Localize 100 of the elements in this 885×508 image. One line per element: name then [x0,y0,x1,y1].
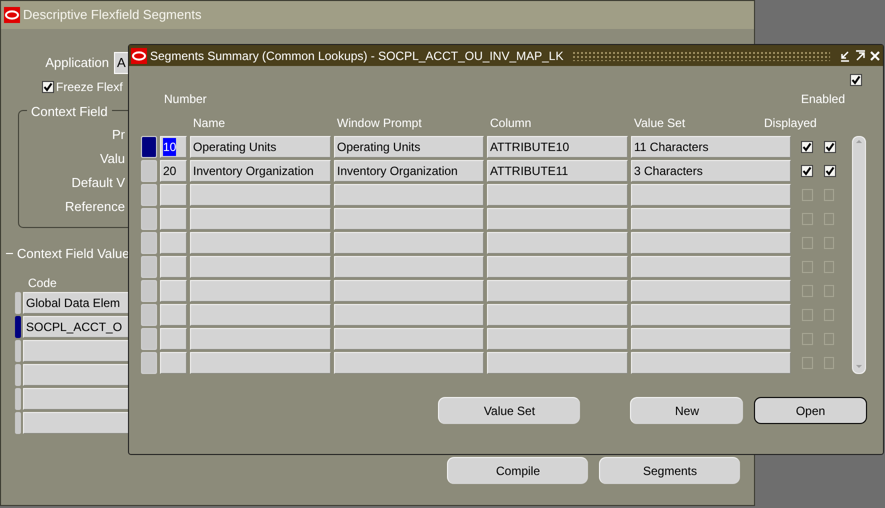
prompt-field[interactable] [334,208,484,230]
column-field[interactable]: ATTRIBUTE11 [487,160,628,182]
prompt-field[interactable] [334,256,484,278]
column-header: Displayed [764,115,817,132]
number-field[interactable]: 10 [160,136,187,158]
name-field[interactable] [190,232,331,254]
checkbox[interactable] [802,237,812,249]
close-icon[interactable] [869,50,881,62]
checkbox[interactable] [824,309,834,321]
checkbox[interactable] [800,141,812,153]
action-button[interactable]: Segments [599,457,740,484]
checkbox[interactable] [824,357,834,369]
column-header: Number [164,91,207,108]
action-button[interactable]: Compile [447,457,588,484]
checkbox[interactable] [802,189,812,201]
number-field[interactable] [160,352,187,374]
checkbox[interactable] [850,74,862,86]
column-field[interactable] [487,328,628,350]
value-set-field[interactable] [631,184,791,206]
checkbox[interactable] [802,333,812,345]
name-field[interactable] [190,208,331,230]
window-title: Descriptive Flexfield Segments [23,6,202,24]
minimize-icon[interactable] [839,50,851,62]
field-label: Reference [65,198,125,216]
checkbox[interactable] [824,261,834,273]
column-field[interactable] [487,304,628,326]
checkbox[interactable] [802,261,812,273]
number-field[interactable] [160,232,187,254]
column-field[interactable] [487,352,628,374]
checkbox[interactable] [824,237,834,249]
value-set-field[interactable] [631,232,791,254]
checkbox[interactable] [824,141,836,153]
prompt-field[interactable] [334,184,484,206]
checkbox[interactable] [824,333,834,345]
checkbox[interactable] [824,165,836,177]
checkbox[interactable] [802,357,812,369]
checkbox[interactable] [824,285,834,297]
checkbox-label: Freeze Flexf [56,79,123,96]
number-field[interactable] [160,184,187,206]
column-header: Window Prompt [337,115,423,132]
number-field[interactable]: 20 [160,160,187,182]
number-field[interactable] [160,280,187,302]
name-field[interactable] [190,328,331,350]
action-button[interactable]: Value Set [438,397,580,424]
value-set-field[interactable] [631,328,791,350]
column-header: Value Set [634,115,686,132]
name-field[interactable] [190,256,331,278]
number-field[interactable] [160,328,187,350]
name-field[interactable] [190,280,331,302]
name-field[interactable] [190,352,331,374]
value-set-field[interactable] [631,280,791,302]
column-header: Code [28,274,57,292]
checkbox[interactable] [800,165,812,177]
column-header: Column [490,115,532,132]
section-title: Context Field Value [16,245,130,263]
row-indicator[interactable] [15,316,21,338]
scroll-up-icon[interactable] [854,137,864,145]
value-set-field[interactable] [631,208,791,230]
scrollbar[interactable] [852,136,866,374]
checkbox[interactable] [42,81,54,93]
number-field[interactable] [160,304,187,326]
prompt-field[interactable] [334,328,484,350]
name-field[interactable]: Inventory Organization [190,160,331,182]
field-label: Valu [100,150,125,168]
name-field[interactable]: Operating Units [190,136,331,158]
column-field[interactable] [487,256,628,278]
prompt-field[interactable] [334,352,484,374]
checkbox[interactable] [802,309,812,321]
column-field[interactable] [487,184,628,206]
value-set-field[interactable] [631,304,791,326]
field-label: Pr [112,126,125,144]
maximize-icon[interactable] [854,50,866,62]
field-label: Application [44,54,110,72]
field-label: Default V [72,174,125,192]
row-indicator[interactable] [141,136,157,158]
scroll-down-icon[interactable] [854,363,864,371]
checkbox[interactable] [802,213,812,225]
value-set-field[interactable] [631,256,791,278]
prompt-field[interactable] [334,232,484,254]
value-set-field[interactable] [631,352,791,374]
name-field[interactable] [190,304,331,326]
checkbox[interactable] [824,189,834,201]
column-field[interactable] [487,232,628,254]
column-field[interactable] [487,208,628,230]
prompt-field[interactable] [334,280,484,302]
column-field[interactable] [487,280,628,302]
number-field[interactable] [160,208,187,230]
column-header: Name [193,115,226,132]
value-set-field[interactable]: 11 Characters [631,136,791,158]
name-field[interactable] [190,184,331,206]
action-button[interactable]: New [630,397,743,424]
value-set-field[interactable]: 3 Characters [631,160,791,182]
checkbox[interactable] [824,213,834,225]
prompt-field[interactable]: Operating Units [334,136,484,158]
number-field[interactable] [160,256,187,278]
column-field[interactable]: ATTRIBUTE10 [487,136,628,158]
checkbox[interactable] [802,285,812,297]
prompt-field[interactable] [334,304,484,326]
prompt-field[interactable]: Inventory Organization [334,160,484,182]
action-button[interactable]: Open [754,397,867,424]
